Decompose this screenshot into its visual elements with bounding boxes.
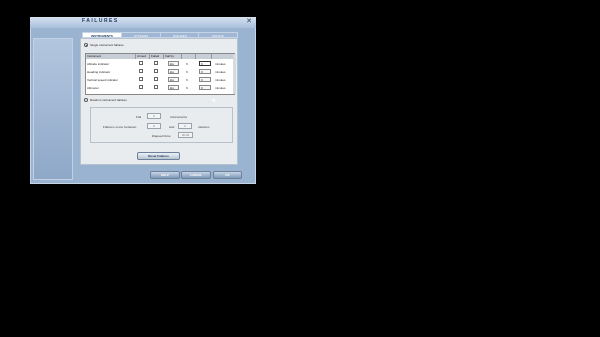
- row-label: Altimeter: [87, 86, 99, 90]
- column-header: Armed: [136, 54, 150, 59]
- column-header: Instrument: [86, 54, 136, 59]
- column-header: Failed: [150, 54, 164, 59]
- between-from-field[interactable]: 0: [147, 123, 161, 129]
- random-failures-label: Random instrument failures: [90, 98, 127, 102]
- random-failures-radio[interactable]: [84, 98, 88, 102]
- failby-field[interactable]: kts: [168, 85, 179, 90]
- value-field[interactable]: 0: [199, 61, 211, 66]
- row-label: Altitude indicator: [87, 62, 110, 66]
- armed-checkbox[interactable]: [139, 61, 143, 65]
- unit-label: minutes: [215, 62, 226, 66]
- elapsed-label: Elapsed time: [152, 134, 171, 138]
- dialog-title: FAILURES: [82, 18, 119, 24]
- value-field[interactable]: 0: [199, 85, 211, 90]
- unit-label: ft: [186, 78, 188, 82]
- failed-checkbox[interactable]: [154, 69, 158, 73]
- unit-label: ft: [186, 86, 188, 90]
- left-pane: [33, 38, 73, 180]
- single-failures-label: Single instrument failures: [90, 43, 124, 47]
- armed-checkbox[interactable]: [139, 69, 143, 73]
- unit-label: ft: [186, 62, 188, 66]
- help-button[interactable]: HELP: [150, 171, 180, 179]
- single-failures-radio[interactable]: [84, 43, 88, 47]
- column-header: [196, 54, 212, 59]
- failed-checkbox[interactable]: [154, 85, 158, 89]
- between-label: Failures occur between: [103, 125, 137, 129]
- failby-field[interactable]: kts: [168, 61, 179, 66]
- column-header: Fail by: [164, 54, 182, 59]
- column-header: [212, 54, 233, 59]
- row-label: Vertical speed indicator: [87, 78, 119, 82]
- row-label: Heading indicator: [87, 70, 111, 74]
- between-to-field[interactable]: 0: [178, 123, 192, 129]
- title-bar[interactable]: [30, 17, 256, 28]
- unit-label: minutes: [215, 86, 226, 90]
- failby-field[interactable]: kts: [168, 69, 179, 74]
- reset-failures-button[interactable]: Reset Failures: [137, 152, 180, 160]
- elapsed-time-field: 00:00: [178, 132, 193, 138]
- fail-count-field[interactable]: 0: [147, 113, 161, 119]
- table-scrollbar[interactable]: [233, 54, 236, 94]
- armed-checkbox[interactable]: [139, 85, 143, 89]
- unit-label: minutes: [215, 70, 226, 74]
- fail-label: Fail: [136, 115, 142, 119]
- close-icon[interactable]: ✕: [245, 18, 253, 26]
- column-header: [182, 54, 196, 59]
- armed-checkbox[interactable]: [139, 77, 143, 81]
- unit-label: minutes: [215, 78, 226, 82]
- minutes-label: minutes: [198, 125, 210, 129]
- failed-checkbox[interactable]: [154, 77, 158, 81]
- value-field[interactable]: 0: [199, 69, 211, 74]
- cancel-button[interactable]: CANCEL: [181, 171, 211, 179]
- and-label: and: [169, 125, 175, 129]
- instruments-label: instruments: [170, 115, 188, 119]
- unit-label: ft: [186, 70, 188, 74]
- ok-button[interactable]: OK: [213, 171, 242, 179]
- failures-table: [85, 53, 235, 95]
- failed-checkbox[interactable]: [154, 61, 158, 65]
- value-field[interactable]: 0: [199, 77, 211, 82]
- failby-field[interactable]: kts: [168, 77, 179, 82]
